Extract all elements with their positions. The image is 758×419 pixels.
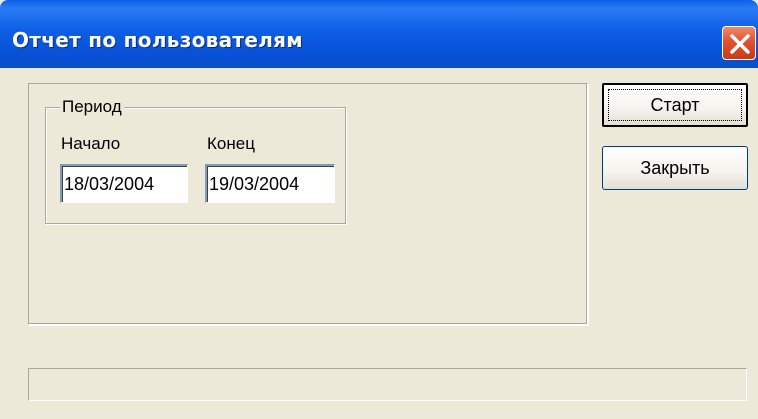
start-button[interactable]: Старт <box>602 83 748 127</box>
close-window-button[interactable] <box>722 26 756 60</box>
start-date-label: Начало <box>61 134 121 153</box>
report-dialog: Отчет по пользователям Период Начало Кон… <box>0 0 758 419</box>
window-title: Отчет по пользователям <box>12 28 303 52</box>
close-button[interactable]: Закрыть <box>602 146 748 190</box>
title-bar[interactable]: Отчет по пользователям <box>0 0 758 68</box>
end-date-input[interactable] <box>205 164 335 203</box>
close-button-label: Закрыть <box>640 157 710 178</box>
focus-ring <box>608 89 742 121</box>
status-bar <box>28 368 747 401</box>
end-date-label: Конец <box>207 134 255 153</box>
start-date-input[interactable] <box>60 164 188 203</box>
close-icon <box>730 34 750 54</box>
period-legend: Период <box>60 97 124 117</box>
